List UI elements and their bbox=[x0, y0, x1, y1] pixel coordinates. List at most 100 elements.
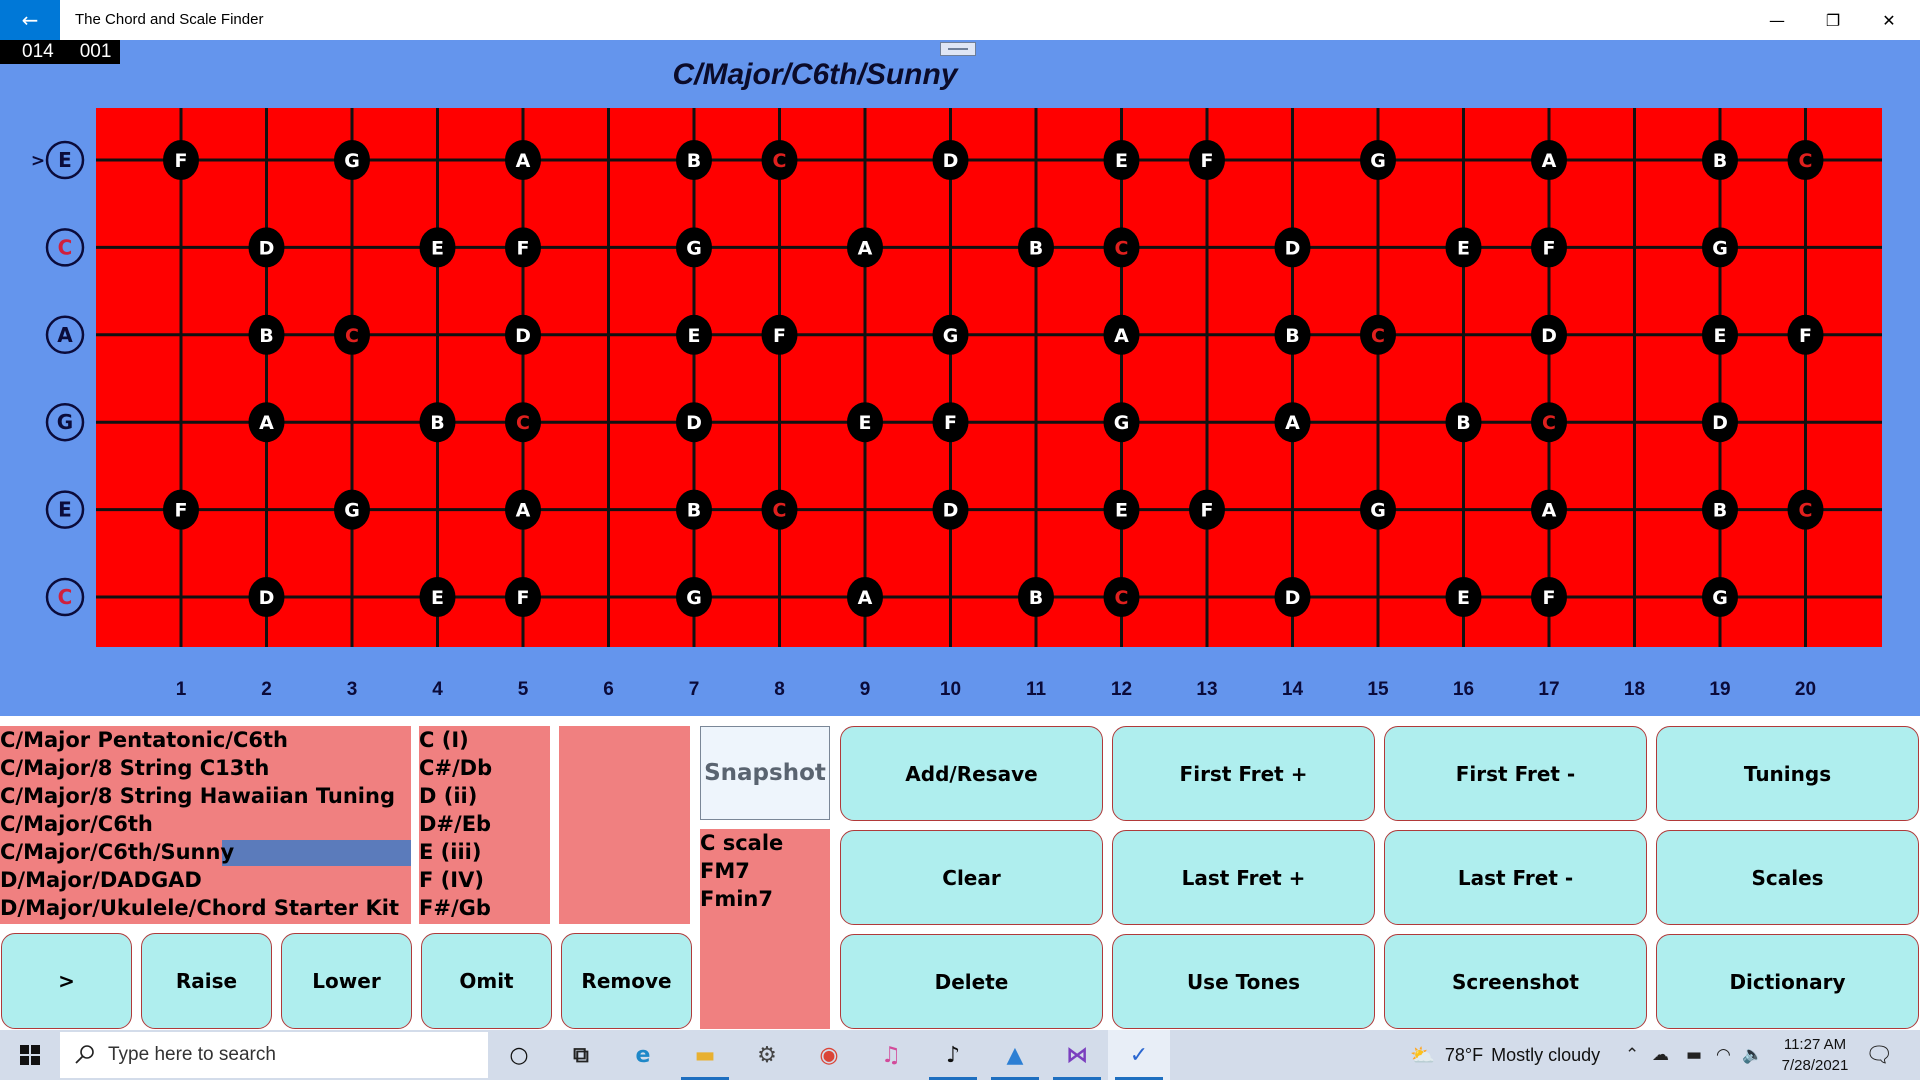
note-dot[interactable]: D bbox=[1274, 227, 1311, 268]
note-dot[interactable]: G bbox=[676, 227, 712, 268]
note-dot[interactable]: D bbox=[1274, 577, 1311, 617]
note-dot[interactable]: B bbox=[676, 489, 712, 530]
string-label[interactable]: C bbox=[45, 577, 85, 617]
note-dot[interactable]: E bbox=[1103, 489, 1140, 530]
note-dot[interactable]: E bbox=[1445, 227, 1482, 268]
list-item[interactable]: C/Major/8 String Hawaiian Tuning bbox=[0, 782, 411, 810]
note-dot[interactable]: A bbox=[505, 489, 541, 530]
note-dot[interactable]: F bbox=[1189, 140, 1225, 180]
note-dot[interactable]: C bbox=[1531, 402, 1567, 443]
taskbar-search[interactable]: Type here to search bbox=[60, 1032, 488, 1078]
note-dot[interactable]: D bbox=[676, 402, 712, 443]
note-dot[interactable]: G bbox=[1360, 489, 1396, 530]
note-dot[interactable]: D bbox=[932, 140, 969, 180]
note-dot[interactable]: F bbox=[505, 227, 541, 268]
weather-widget[interactable]: ⛅ 78°F Mostly cloudy bbox=[1410, 1030, 1600, 1080]
string-label[interactable]: E bbox=[45, 140, 85, 180]
note-dot[interactable]: B bbox=[248, 314, 285, 355]
chords-list[interactable] bbox=[559, 726, 690, 924]
back-button[interactable]: ← bbox=[0, 0, 60, 40]
note-dot[interactable]: A bbox=[1531, 140, 1567, 180]
scales-button[interactable]: Scales bbox=[1656, 830, 1919, 925]
list-item[interactable]: F (IV) bbox=[419, 866, 550, 894]
taskbar-app-cortana[interactable]: ○ bbox=[488, 1030, 550, 1080]
note-dot[interactable]: D bbox=[505, 314, 541, 355]
clear-button[interactable]: Clear bbox=[840, 830, 1103, 925]
note-dot[interactable]: F bbox=[163, 140, 199, 180]
keys-list[interactable]: C (I) C#/Db D (ii) D#/Eb E (iii) F (IV) F#/Gb bbox=[419, 726, 550, 924]
start-button[interactable] bbox=[0, 1030, 60, 1080]
note-dot[interactable]: F bbox=[1531, 227, 1567, 268]
action-center-button[interactable]: 🗨 bbox=[1865, 1030, 1893, 1080]
note-dot[interactable]: D bbox=[248, 227, 285, 268]
battery-tray[interactable]: ▬ bbox=[1686, 1030, 1702, 1080]
note-dot[interactable]: E bbox=[1445, 577, 1482, 617]
note-dot[interactable]: E bbox=[847, 402, 883, 443]
note-dot[interactable]: C bbox=[1787, 140, 1824, 180]
note-dot[interactable]: C bbox=[1103, 577, 1140, 617]
note-dot[interactable]: B bbox=[676, 140, 712, 180]
taskbar-clock[interactable]: 11:27 AM 7/28/2021 bbox=[1770, 1034, 1860, 1076]
network-tray[interactable]: ◠ bbox=[1716, 1030, 1731, 1080]
taskbar-app-chord-finder[interactable]: ✓ bbox=[1108, 1030, 1170, 1080]
list-item[interactable]: F#/Gb bbox=[419, 894, 550, 922]
last-fret-button[interactable]: Last Fret - bbox=[1384, 830, 1647, 925]
taskbar-app-music-app[interactable]: ♪ bbox=[922, 1030, 984, 1080]
taskbar-app-visual-studio[interactable]: ⋈ bbox=[1046, 1030, 1108, 1080]
screenshot-button[interactable]: Screenshot bbox=[1384, 934, 1647, 1029]
note-dot[interactable]: C bbox=[761, 140, 798, 180]
note-dot[interactable]: C bbox=[505, 402, 541, 443]
note-dot[interactable]: C bbox=[334, 314, 370, 355]
note-dot[interactable]: E bbox=[419, 577, 456, 617]
note-dot[interactable]: G bbox=[1360, 140, 1396, 180]
list-item[interactable]: D/Major/Ukulele/Chord Starter Kit bbox=[0, 894, 411, 922]
note-dot[interactable]: F bbox=[1531, 577, 1567, 617]
use-tones-button[interactable]: Use Tones bbox=[1112, 934, 1375, 1029]
note-dot[interactable]: F bbox=[932, 402, 969, 443]
show-hidden-icons[interactable]: ⌃ bbox=[1625, 1030, 1639, 1080]
list-item[interactable]: D#/Eb bbox=[419, 810, 550, 838]
note-dot[interactable]: B bbox=[1274, 314, 1311, 355]
note-dot[interactable]: D bbox=[248, 577, 285, 617]
string-label[interactable]: C bbox=[45, 228, 85, 267]
omit-button[interactable]: Omit bbox=[421, 933, 552, 1029]
note-dot[interactable]: C bbox=[1103, 227, 1140, 268]
note-dot[interactable]: E bbox=[419, 227, 456, 268]
fretboard[interactable]: 1 2 3 4 5 6 7 8 9 10 11 12 13 14 15 16 17 18 19 20E> F G A B C D E… bbox=[0, 40, 1920, 716]
restore-button[interactable]: ❐ bbox=[1805, 0, 1861, 40]
list-item[interactable]: C/Major/C6th/Sunny bbox=[0, 838, 411, 866]
note-dot[interactable]: C bbox=[1787, 489, 1824, 530]
note-dot[interactable]: B bbox=[419, 402, 456, 443]
note-dot[interactable]: E bbox=[676, 314, 712, 355]
list-item[interactable]: D (ii) bbox=[419, 782, 550, 810]
volume-tray[interactable]: 🔈 bbox=[1742, 1030, 1763, 1080]
note-dot[interactable]: A bbox=[1274, 402, 1311, 443]
last-fret-button[interactable]: Last Fret + bbox=[1112, 830, 1375, 925]
note-dot[interactable]: G bbox=[334, 489, 370, 530]
note-dot[interactable]: F bbox=[163, 489, 199, 530]
onedrive-tray[interactable]: ☁ bbox=[1652, 1030, 1669, 1080]
string-label[interactable]: A bbox=[45, 315, 85, 355]
string-label[interactable]: G bbox=[45, 402, 85, 442]
fretboard-surface[interactable] bbox=[96, 108, 1882, 647]
note-dot[interactable]: G bbox=[676, 577, 712, 617]
note-dot[interactable]: D bbox=[1702, 402, 1738, 443]
note-dot[interactable]: B bbox=[1702, 489, 1738, 530]
list-item[interactable]: C scale bbox=[700, 829, 830, 857]
note-dot[interactable]: A bbox=[1103, 314, 1140, 355]
taskbar-app-itunes[interactable]: ♫ bbox=[860, 1030, 922, 1080]
note-dot[interactable]: C bbox=[761, 489, 798, 530]
note-dot[interactable]: G bbox=[334, 140, 370, 180]
note-dot[interactable]: F bbox=[761, 314, 798, 355]
note-dot[interactable]: A bbox=[847, 577, 883, 617]
taskbar-app-edge[interactable]: e bbox=[612, 1030, 674, 1080]
note-dot[interactable]: F bbox=[1189, 489, 1225, 530]
tunings-button[interactable]: Tunings bbox=[1656, 726, 1919, 821]
tunings-list[interactable]: C/Major Pentatonic/C6th C/Major/8 String … bbox=[0, 726, 411, 924]
list-item[interactable]: C/Major/C6th bbox=[0, 810, 411, 838]
list-item[interactable]: FM7 bbox=[700, 857, 830, 885]
taskbar-app-chrome[interactable]: ◉ bbox=[798, 1030, 860, 1080]
note-dot[interactable]: F bbox=[1787, 314, 1824, 355]
drag-handle[interactable] bbox=[940, 42, 976, 56]
list-item[interactable]: C/Major/8 String C13th bbox=[0, 754, 411, 782]
